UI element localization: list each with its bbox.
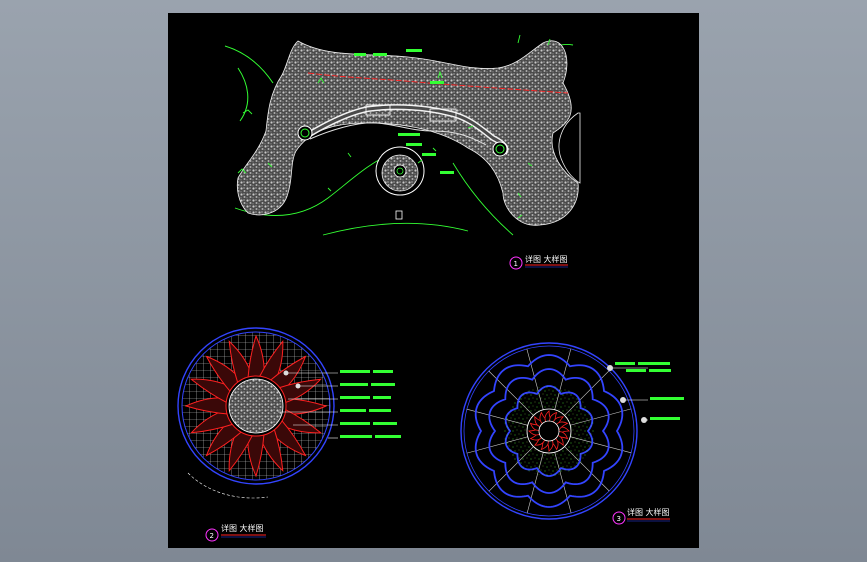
detail-3-scalloped-paving: 3 详图 大样图 <box>460 342 684 525</box>
plan-1-site-layout: 1 详图 大样图 <box>224 34 581 270</box>
title-block-3: 3 详图 大样图 <box>612 507 670 525</box>
detail-2-sun-medallion: 2 详图 大样图 <box>177 327 401 542</box>
title-label: 详图 大样图 <box>627 507 670 517</box>
green-boundary-line <box>224 45 274 84</box>
medallion-center-paving <box>228 378 284 434</box>
planter-circle <box>492 141 508 157</box>
title-number: 2 <box>210 532 214 540</box>
small-block <box>395 210 403 220</box>
drawing-sheet: 1 详图 大样图 2 详图 大样图 3 详图 大样图 <box>168 13 699 548</box>
planter-circle <box>297 125 313 141</box>
detail-2-notes <box>340 370 401 438</box>
title-label: 详图 大样图 <box>525 254 568 264</box>
green-boundary-line <box>237 67 249 122</box>
title-block-2: 2 详图 大样图 <box>205 523 266 542</box>
title-number: 1 <box>514 260 518 268</box>
central-fountain <box>393 164 407 178</box>
title-block-1: 1 详图 大样图 <box>509 254 568 270</box>
title-label: 详图 大样图 <box>221 523 264 533</box>
green-boundary-line <box>322 222 469 236</box>
center-circle <box>538 420 560 442</box>
cad-drawing: 1 详图 大样图 2 详图 大样图 3 详图 大样图 <box>177 34 684 542</box>
title-number: 3 <box>617 515 621 523</box>
